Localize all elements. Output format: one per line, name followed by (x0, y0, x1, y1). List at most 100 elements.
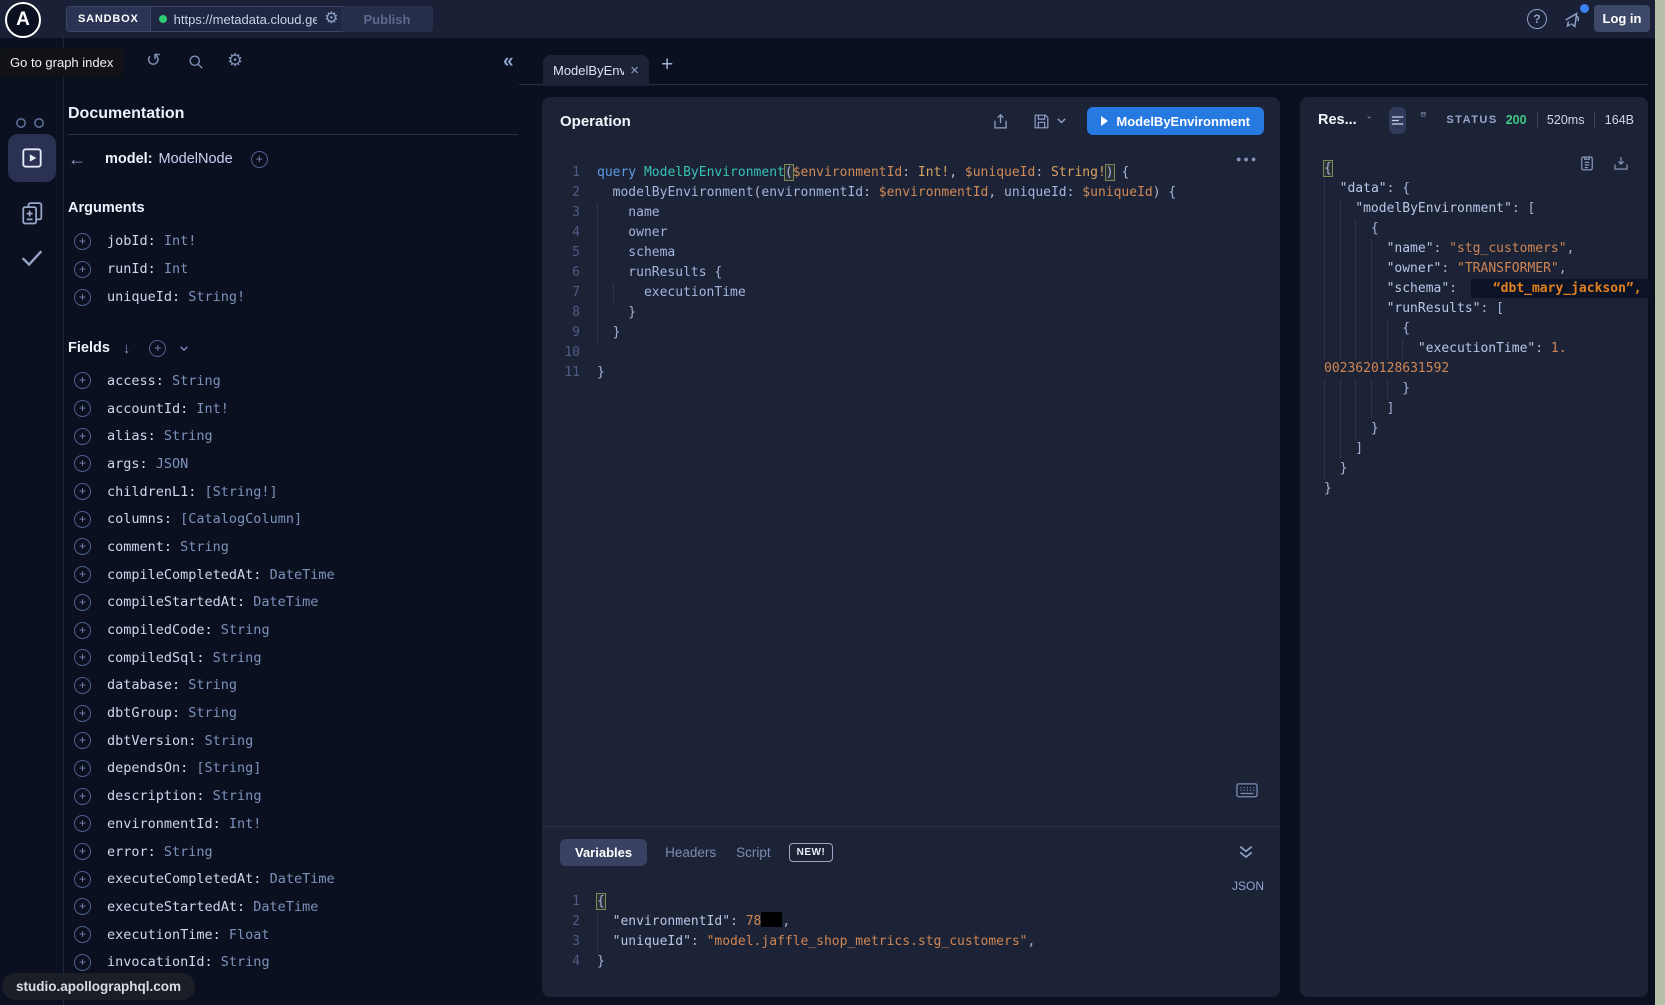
run-operation-button[interactable]: ModelByEnvironment (1087, 107, 1264, 135)
endpoint-url-box[interactable]: https://metadata.cloud.get ⚙ (151, 7, 347, 31)
schema-field-row[interactable]: +args: JSON (68, 450, 520, 478)
schema-field-row[interactable]: +jobId: Int! (68, 227, 520, 255)
response-json[interactable]: {"data": {"modelByEnvironment": [{"name"… (1324, 159, 1634, 499)
login-button[interactable]: Log in (1594, 5, 1650, 32)
share-icon[interactable] (991, 112, 1010, 131)
play-icon (1101, 116, 1108, 126)
code-line: "schema": “dbt_mary_jackson”, (1324, 279, 1634, 299)
raw-view-toggle[interactable] (1389, 107, 1406, 134)
schema-field-row[interactable]: +compileCompletedAt: DateTime (68, 561, 520, 589)
save-icon[interactable] (1032, 112, 1051, 131)
schema-field-row[interactable]: +dbtGroup: String (68, 699, 520, 727)
schema-field-row[interactable]: +executeStartedAt: DateTime (68, 893, 520, 921)
schema-field-row[interactable]: +dependsOn: [String] (68, 755, 520, 783)
schema-field-row[interactable]: +executeCompletedAt: DateTime (68, 865, 520, 893)
checks-nav-item[interactable] (17, 242, 47, 272)
schema-field-row[interactable]: +database: String (68, 672, 520, 700)
help-icon[interactable]: ? (1527, 9, 1547, 29)
add-to-query-icon[interactable]: + (74, 926, 91, 943)
tab-headers[interactable]: Headers (663, 839, 718, 866)
add-to-query-icon[interactable]: + (74, 954, 91, 971)
schema-field-row[interactable]: +compileStartedAt: DateTime (68, 589, 520, 617)
announcements-icon[interactable] (1562, 9, 1584, 31)
endpoint-url[interactable]: https://metadata.cloud.get (174, 12, 318, 27)
history-icon[interactable]: ↺ (146, 50, 161, 70)
line-number: 6 (554, 263, 580, 283)
collapse-panel-icon[interactable]: « (503, 51, 514, 73)
apollo-logo[interactable]: A (5, 2, 41, 38)
endpoint-settings-icon[interactable]: ⚙ (324, 11, 338, 27)
schema-field-row[interactable]: +access: String (68, 367, 520, 395)
editor-menu-icon[interactable]: ●●● (1236, 154, 1258, 164)
sort-icon[interactable]: ↓ (123, 340, 131, 357)
schema-field-row[interactable]: +runId: Int (68, 255, 520, 283)
add-to-query-icon[interactable]: + (74, 788, 91, 805)
add-to-query-icon[interactable]: + (74, 428, 91, 445)
response-dropdown[interactable]: Res... (1318, 112, 1357, 128)
code-line: { (1324, 219, 1634, 239)
schema-field-row[interactable]: +columns: [CatalogColumn] (68, 505, 520, 533)
graph-index-icon[interactable] (13, 118, 49, 130)
chevron-down-icon[interactable] (1367, 116, 1371, 124)
add-to-query-icon[interactable]: + (74, 400, 91, 417)
tab-variables[interactable]: Variables (560, 839, 647, 866)
schema-field-row[interactable]: +uniqueId: String! (68, 283, 520, 311)
add-to-query-icon[interactable]: + (74, 815, 91, 832)
schema-field-row[interactable]: +invocationId: String (68, 948, 520, 976)
line-number: 1 (554, 892, 580, 912)
schema-field-row[interactable]: +description: String (68, 782, 520, 810)
schema-field-row[interactable]: +alias: String (68, 422, 520, 450)
field-type-link[interactable]: ModelNode (159, 151, 233, 167)
add-to-query-icon[interactable]: + (74, 511, 91, 528)
query-editor[interactable]: 1query ModelByEnvironment($environmentId… (542, 145, 1280, 383)
line-number: 11 (554, 363, 580, 383)
publish-button[interactable]: Publish (341, 6, 433, 32)
add-all-fields-icon[interactable]: + (149, 340, 166, 357)
add-field-icon[interactable]: + (251, 151, 268, 168)
back-icon[interactable]: ← (68, 149, 98, 170)
chevron-down-icon[interactable] (179, 345, 189, 352)
schema-field-row[interactable]: +compiledSql: String (68, 644, 520, 672)
add-to-query-icon[interactable]: + (74, 760, 91, 777)
schema-field-row[interactable]: +comment: String (68, 533, 520, 561)
add-to-query-icon[interactable]: + (74, 594, 91, 611)
tab-close-icon[interactable]: × (630, 62, 639, 79)
add-to-query-icon[interactable]: + (74, 372, 91, 389)
add-to-query-icon[interactable]: + (74, 455, 91, 472)
schema-field-row[interactable]: +childrenL1: [String!] (68, 478, 520, 506)
add-to-query-icon[interactable]: + (74, 566, 91, 583)
schema-field-row[interactable]: +environmentId: Int! (68, 810, 520, 838)
variables-editor[interactable]: 1{2"environmentId": 78,3"uniqueId": "mod… (554, 892, 1035, 972)
code-line: 2"environmentId": 78, (554, 912, 1035, 932)
collapse-variables-icon[interactable] (1238, 845, 1254, 859)
explorer-nav-item[interactable] (8, 134, 56, 182)
new-tab-icon[interactable]: + (661, 53, 673, 77)
add-to-query-icon[interactable]: + (74, 677, 91, 694)
endpoint-control: SANDBOX https://metadata.cloud.get ⚙ (66, 6, 348, 32)
add-to-query-icon[interactable]: + (74, 289, 91, 306)
save-menu-chevron-icon[interactable] (1056, 117, 1067, 125)
tab-modelbyenvironment[interactable]: ModelByEnvi... × (543, 55, 649, 86)
schema-diff-nav-item[interactable] (17, 198, 47, 228)
add-to-query-icon[interactable]: + (74, 843, 91, 860)
keyboard-shortcuts-icon[interactable] (1236, 783, 1258, 799)
settings-gear-icon[interactable]: ⚙ (227, 50, 243, 70)
schema-field-row[interactable]: +accountId: Int! (68, 395, 520, 423)
add-to-query-icon[interactable]: + (74, 538, 91, 555)
add-to-query-icon[interactable]: + (74, 871, 91, 888)
add-to-query-icon[interactable]: + (74, 898, 91, 915)
tab-script[interactable]: Script (734, 839, 773, 866)
table-view-toggle[interactable] (1420, 111, 1427, 130)
schema-field-row[interactable]: +executionTime: Float (68, 921, 520, 949)
add-to-query-icon[interactable]: + (74, 233, 91, 250)
add-to-query-icon[interactable]: + (74, 483, 91, 500)
schema-field-row[interactable]: +error: String (68, 838, 520, 866)
search-icon[interactable] (186, 52, 206, 72)
add-to-query-icon[interactable]: + (74, 261, 91, 278)
add-to-query-icon[interactable]: + (74, 705, 91, 722)
add-to-query-icon[interactable]: + (74, 732, 91, 749)
add-to-query-icon[interactable]: + (74, 622, 91, 639)
schema-field-row[interactable]: +compiledCode: String (68, 616, 520, 644)
add-to-query-icon[interactable]: + (74, 649, 91, 666)
schema-field-row[interactable]: +dbtVersion: String (68, 727, 520, 755)
